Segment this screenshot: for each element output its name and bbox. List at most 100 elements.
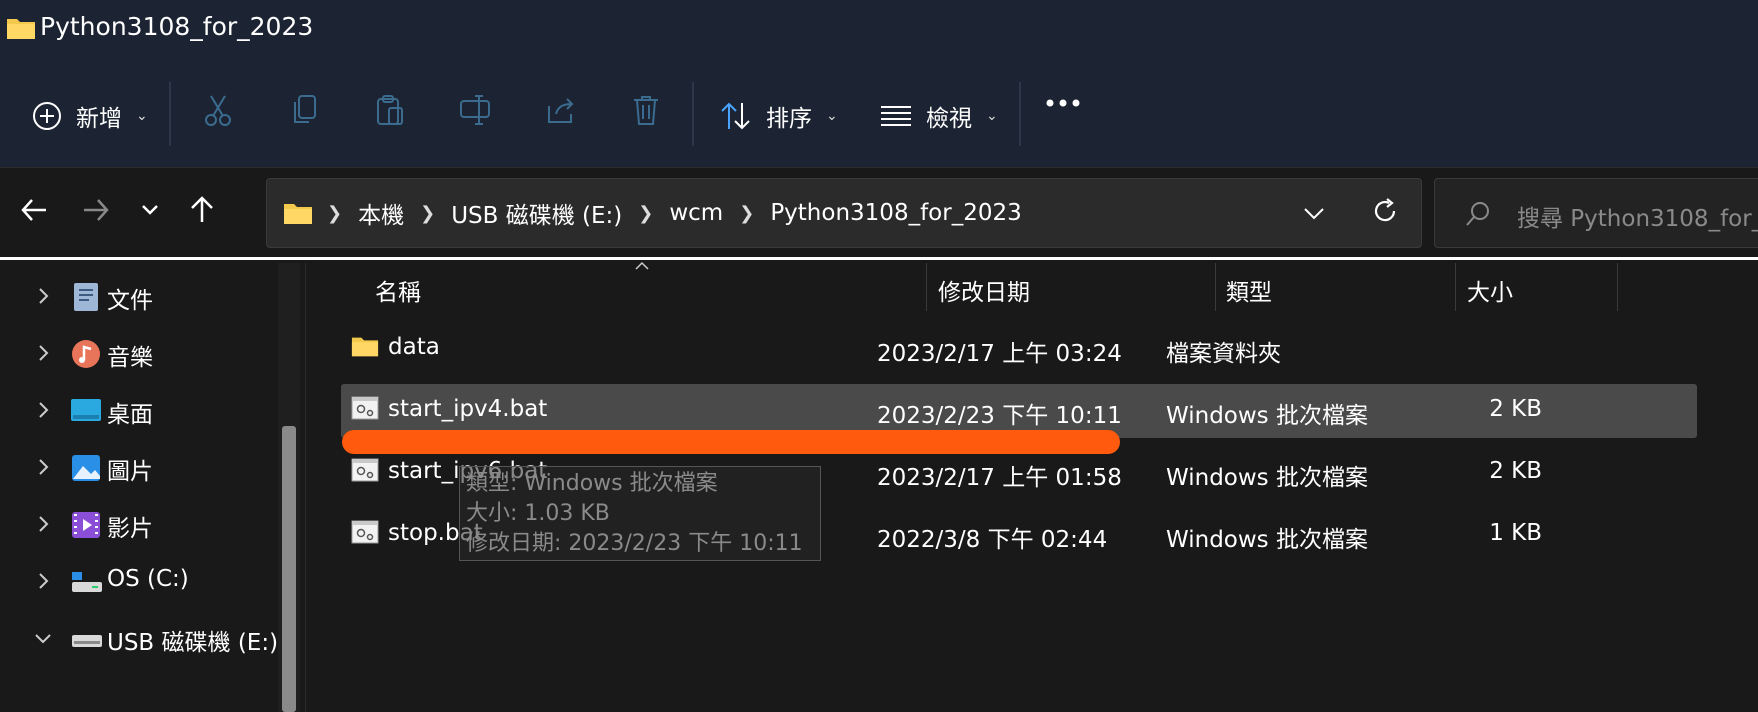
search-input[interactable]: 搜尋 Python3108_for_2023 [1434, 178, 1758, 248]
plus-circle-icon [33, 102, 61, 130]
breadcrumb-this-pc[interactable]: 本機 [358, 196, 404, 230]
desktop-icon [71, 399, 101, 421]
pictures-icon [72, 455, 100, 481]
navigation-pane: 文件 音樂 桌面 圖片 影片 OS (C:) USB 磁碟機 (E:) [0, 263, 306, 712]
file-name: start_ipv4.bat [388, 396, 548, 422]
documents-icon [74, 283, 98, 311]
view-icon [881, 106, 911, 126]
file-modified: 2022/3/8 下午 02:44 [877, 527, 1108, 553]
file-type: Windows 批次檔案 [1166, 465, 1368, 491]
column-header-name[interactable]: 名稱 [375, 273, 421, 307]
drive-icon [72, 572, 102, 592]
sidebar-item-videos[interactable]: 影片 [0, 495, 290, 555]
batch-file-icon [351, 396, 379, 420]
file-row-data[interactable]: data 2023/2/17 上午 03:24 檔案資料夾 [341, 322, 1697, 376]
address-dropdown-icon[interactable] [1303, 203, 1325, 223]
breadcrumb-usb-drive[interactable]: USB 磁碟機 (E:) [451, 196, 622, 230]
column-divider[interactable] [926, 263, 927, 311]
breadcrumb-wcm[interactable]: wcm [669, 200, 723, 226]
chevron-right-icon[interactable] [32, 342, 54, 364]
address-bar[interactable]: ❯ 本機 ❯ USB 磁碟機 (E:) ❯ wcm ❯ Python3108_f… [266, 178, 1422, 248]
sidebar-item-label: 文件 [107, 288, 153, 314]
batch-file-icon [351, 458, 379, 482]
file-size: 2 KB [1489, 396, 1542, 422]
file-type: Windows 批次檔案 [1166, 403, 1368, 429]
chevron-right-icon: ❯ [420, 202, 436, 224]
file-modified: 2023/2/17 上午 01:58 [877, 465, 1122, 491]
tooltip-type: 類型: Windows 批次檔案 [466, 471, 718, 496]
sidebar-item-documents[interactable]: 文件 [0, 267, 290, 327]
music-icon [72, 340, 100, 368]
tooltip-size: 大小: 1.03 KB [466, 501, 610, 526]
window-title: Python3108_for_2023 [40, 12, 314, 41]
sidebar-item-music[interactable]: 音樂 [0, 324, 290, 384]
batch-file-icon [351, 520, 379, 544]
recent-locations-chevron-icon[interactable] [140, 190, 160, 230]
title-bar: Python3108_for_2023 [0, 0, 1758, 60]
breadcrumb: ❯ 本機 ❯ USB 磁碟機 (E:) ❯ wcm ❯ Python3108_f… [327, 179, 1022, 247]
chevron-down-icon: ⌄ [986, 108, 998, 124]
back-arrow-icon[interactable] [20, 190, 48, 230]
column-header-modified[interactable]: 修改日期 [938, 273, 1030, 307]
chevron-right-icon[interactable] [32, 399, 54, 421]
new-button[interactable]: 新增 ⌄ [32, 92, 148, 140]
view-button[interactable]: 檢視 ⌄ [880, 92, 998, 140]
sidebar-scrollbar-thumb[interactable] [282, 426, 296, 712]
file-modified: 2023/2/23 下午 10:11 [877, 403, 1122, 429]
paste-icon[interactable] [375, 94, 405, 126]
column-header-type[interactable]: 類型 [1226, 273, 1272, 307]
folder-icon [7, 19, 35, 39]
sidebar-item-label: 音樂 [107, 345, 153, 371]
column-header-row: 名稱 修改日期 類型 大小 [307, 263, 1758, 313]
videos-icon [72, 512, 100, 538]
view-label: 檢視 [926, 106, 972, 132]
share-icon[interactable] [546, 94, 576, 126]
folder-icon [351, 337, 379, 357]
delete-icon[interactable] [632, 94, 660, 126]
sidebar-item-os-drive[interactable]: OS (C:) [0, 552, 290, 612]
usb-drive-icon [72, 635, 102, 647]
sort-label: 排序 [766, 106, 812, 132]
chevron-down-icon: ⌄ [136, 108, 148, 124]
sidebar-item-usb-drive[interactable]: USB 磁碟機 (E:) [0, 609, 290, 669]
sidebar-item-desktop[interactable]: 桌面 [0, 381, 290, 441]
divider [1019, 82, 1021, 146]
chevron-right-icon: ❯ [327, 202, 343, 224]
chevron-right-icon[interactable] [32, 513, 54, 535]
command-bar: 新增 ⌄ 排序 ⌄ 檢視 ⌄ [0, 60, 1758, 168]
forward-arrow-icon[interactable] [82, 190, 110, 230]
file-info-tooltip: 類型: Windows 批次檔案 大小: 1.03 KB 修改日期: 2023/… [459, 466, 821, 561]
cut-icon[interactable] [203, 94, 233, 126]
chevron-right-icon[interactable] [32, 285, 54, 307]
address-row: ❯ 本機 ❯ USB 磁碟機 (E:) ❯ wcm ❯ Python3108_f… [0, 168, 1758, 260]
column-divider[interactable] [1215, 263, 1216, 311]
more-options-icon[interactable] [1045, 98, 1081, 108]
up-arrow-icon[interactable] [188, 190, 216, 230]
sidebar-item-label: OS (C:) [107, 566, 189, 592]
chevron-down-icon: ⌄ [826, 108, 838, 124]
column-divider[interactable] [1455, 263, 1456, 311]
file-type: Windows 批次檔案 [1166, 527, 1368, 553]
file-size: 2 KB [1489, 458, 1542, 484]
column-divider[interactable] [1617, 263, 1618, 311]
new-button-label: 新增 [76, 106, 122, 132]
copy-icon[interactable] [290, 94, 320, 126]
sort-button[interactable]: 排序 ⌄ [720, 92, 838, 140]
sidebar-item-label: 影片 [107, 516, 153, 542]
annotation-underline [342, 430, 1120, 454]
column-header-size[interactable]: 大小 [1467, 273, 1513, 307]
breadcrumb-current-folder[interactable]: Python3108_for_2023 [770, 200, 1021, 226]
divider [169, 82, 171, 146]
file-type: 檔案資料夾 [1166, 341, 1281, 367]
refresh-icon[interactable] [1371, 197, 1399, 225]
chevron-down-icon[interactable] [32, 627, 54, 649]
sidebar-item-label: USB 磁碟機 (E:) [107, 630, 279, 656]
rename-icon[interactable] [459, 94, 491, 126]
chevron-right-icon[interactable] [32, 456, 54, 478]
sidebar-item-pictures[interactable]: 圖片 [0, 438, 290, 498]
chevron-right-icon: ❯ [739, 202, 755, 224]
search-placeholder: 搜尋 Python3108_for_2023 [1517, 206, 1758, 232]
chevron-right-icon[interactable] [32, 570, 54, 592]
chevron-right-icon: ❯ [638, 202, 654, 224]
folder-icon [284, 204, 312, 224]
